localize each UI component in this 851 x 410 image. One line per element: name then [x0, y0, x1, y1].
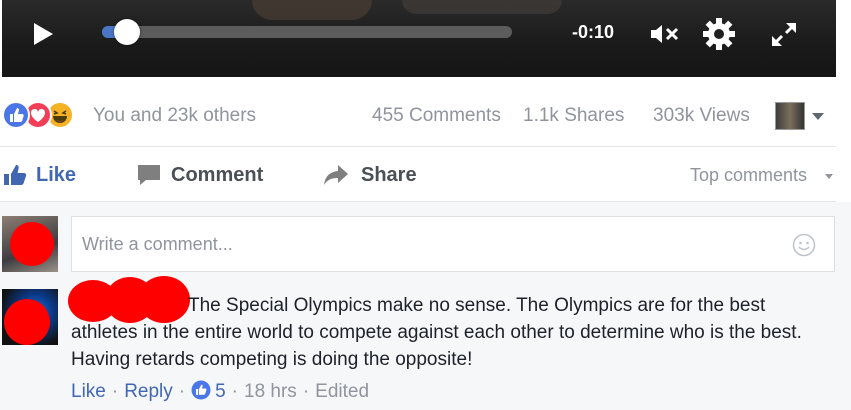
video-progress-bar[interactable] — [102, 19, 512, 45]
views-count: 303k Views — [653, 105, 750, 126]
caret-down-icon[interactable] — [825, 174, 833, 179]
video-frame-detail — [402, 0, 562, 14]
comment-body: The Special Olympics make no sense. The … — [71, 292, 831, 373]
share-button-label: Share — [361, 164, 417, 186]
time-remaining: -0:10 — [572, 22, 615, 42]
like-button-label: Like — [36, 164, 77, 186]
comment-body-rest: athletes in the entire world to compete … — [71, 322, 802, 370]
redaction-mark — [10, 222, 54, 266]
comment-button[interactable]: Comment — [136, 160, 276, 190]
like-reaction-icon — [2, 101, 30, 129]
share-button[interactable]: Share — [322, 160, 432, 190]
comment-like-link[interactable]: Like — [71, 381, 106, 402]
video-frame-detail — [252, 0, 372, 20]
current-user-avatar[interactable] — [2, 216, 58, 272]
thumbs-up-icon — [4, 165, 27, 185]
edited-label[interactable]: Edited — [315, 381, 369, 402]
comment-sort-dropdown[interactable]: Top comments — [690, 165, 807, 186]
comment-like-count[interactable]: 5 — [215, 381, 226, 402]
like-button[interactable]: Like — [2, 160, 112, 190]
comments-count-link[interactable]: 455 Comments — [372, 105, 501, 127]
comment-reply-link[interactable]: Reply — [124, 381, 173, 402]
share-arrow-icon — [324, 165, 348, 185]
shares-count-link[interactable]: 1.1k Shares — [523, 105, 624, 127]
comment-button-label: Comment — [171, 164, 264, 186]
post-stats-bar: You and 23k others 455 Comments 1.1k Sha… — [0, 95, 851, 137]
redaction-mark — [4, 299, 50, 345]
reaction-count-text[interactable]: You and 23k others — [93, 105, 256, 127]
comment-timestamp[interactable]: 18 hrs — [244, 381, 297, 402]
like-count-icon — [191, 380, 211, 400]
comment-input[interactable] — [82, 231, 762, 257]
reaction-summary[interactable] — [2, 101, 92, 129]
commenter-avatar[interactable] — [2, 289, 58, 345]
play-icon[interactable] — [32, 22, 54, 46]
comment-composer[interactable] — [71, 216, 835, 272]
emoji-smiley-icon[interactable] — [792, 233, 816, 257]
mute-icon[interactable] — [647, 17, 681, 51]
comment-icon — [138, 165, 160, 185]
gear-icon[interactable] — [702, 17, 736, 51]
comment-actions: Like · Reply · 5 · 18 hrs · Edited — [71, 380, 370, 402]
fullscreen-icon[interactable] — [767, 17, 801, 51]
chevron-down-icon[interactable] — [812, 113, 824, 120]
divider — [0, 146, 836, 147]
video-player[interactable]: -0:10 — [2, 0, 836, 77]
page-avatar-thumbnail[interactable] — [775, 102, 805, 130]
video-scrubber-handle[interactable] — [113, 19, 140, 45]
comment-body-first-line: The Special Olympics make no sense. The … — [188, 295, 766, 316]
